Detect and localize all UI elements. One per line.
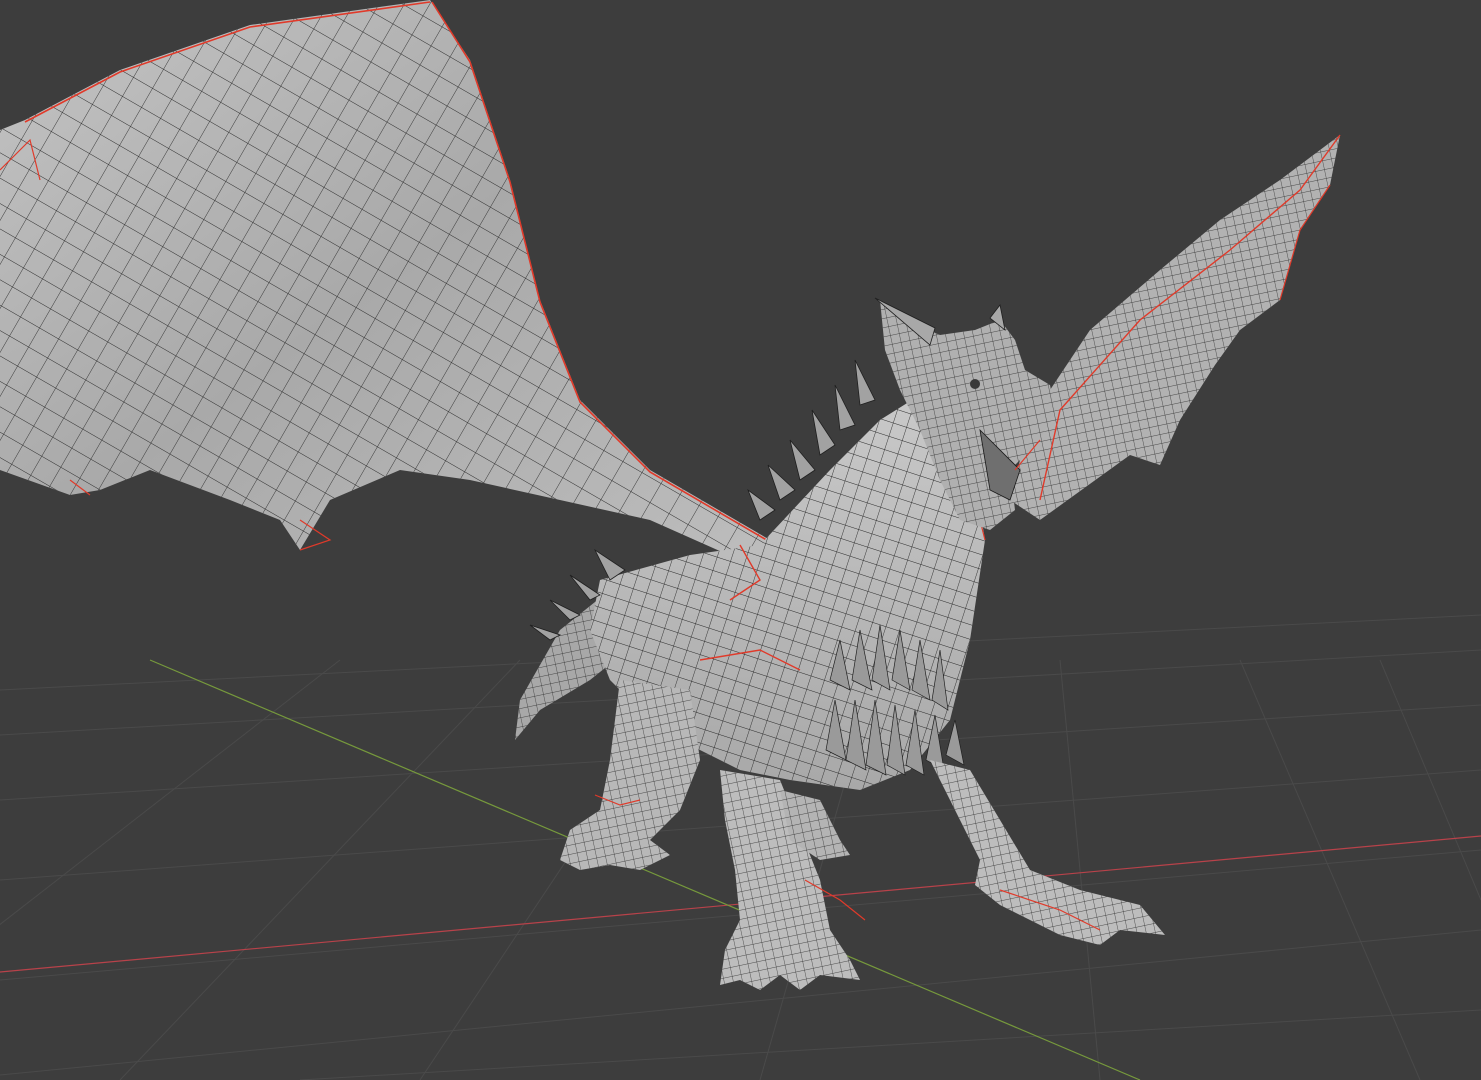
hind-leg-mesh[interactable] — [560, 680, 700, 870]
viewport-canvas[interactable] — [0, 0, 1481, 1080]
left-wing-mesh[interactable] — [0, 0, 771, 560]
3d-viewport[interactable] — [0, 0, 1481, 1080]
front-right-leg-mesh[interactable] — [930, 760, 1165, 945]
right-wing-mesh[interactable] — [1010, 134, 1341, 520]
eye-icon — [970, 379, 980, 389]
